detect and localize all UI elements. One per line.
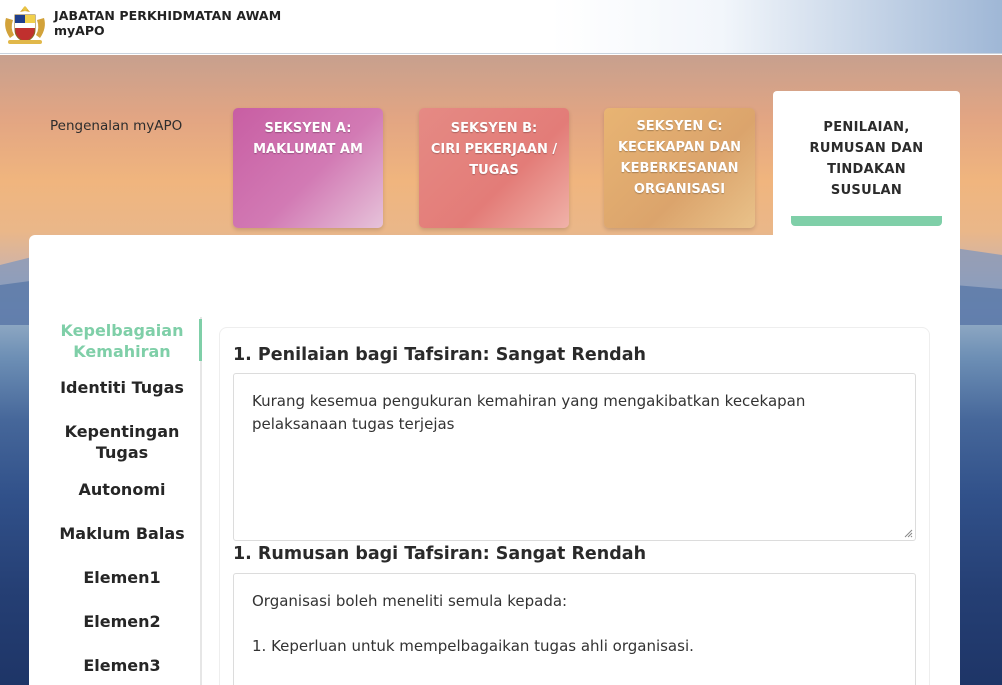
- tab-seksyen-a[interactable]: SEKSYEN A: MAKLUMAT AM: [233, 108, 383, 228]
- tab-label-line: SUSULAN: [830, 183, 903, 198]
- sidebar-item-kepelbagaian-kemahiran[interactable]: Kepelbagaian Kemahiran: [40, 320, 204, 362]
- top-header: JABATAN PERKHIDMATAN AWAM myAPO: [0, 0, 1002, 54]
- sidebar-item-label: Elemen3: [83, 656, 161, 675]
- sidebar-item-label: Autonomi: [78, 480, 166, 499]
- sidebar-item-label: Kepelbagaian: [60, 321, 184, 340]
- penilaian-textarea[interactable]: Kurang kesemua pengukuran kemahiran yang…: [233, 373, 916, 541]
- sidebar-item-label: Maklum Balas: [59, 524, 185, 543]
- penilaian-text: Kurang kesemua pengukuran kemahiran yang…: [252, 392, 806, 433]
- tab-label-line: RUMUSAN DAN: [809, 141, 924, 156]
- tab-label-line: SEKSYEN A:: [264, 121, 352, 136]
- tab-seksyen-c[interactable]: SEKSYEN C: KECEKAPAN DAN KEBERKESANAN OR…: [604, 108, 755, 228]
- sidebar-item-label: Elemen1: [83, 568, 161, 587]
- malaysia-coat-of-arms-icon: [5, 6, 45, 44]
- sidebar-item-elemen2[interactable]: Elemen2: [40, 611, 204, 632]
- tab-penilaian-rumusan[interactable]: PENILAIAN, RUMUSAN DAN TINDAKAN SUSULAN: [773, 91, 960, 236]
- sidebar-item-label: Kemahiran: [73, 342, 171, 361]
- tab-label-line: KECEKAPAN DAN: [617, 140, 742, 155]
- tab-label-line: MAKLUMAT AM: [253, 142, 363, 157]
- penilaian-section-title: 1. Penilaian bagi Tafsiran: Sangat Renda…: [233, 345, 646, 365]
- tab-label-line: TUGAS: [469, 163, 519, 178]
- tab-label-line: CIRI PEKERJAAN /: [430, 142, 558, 157]
- rumusan-text-line: Organisasi boleh meneliti semula kepada:: [252, 592, 568, 610]
- sidebar-item-autonomi[interactable]: Autonomi: [40, 479, 204, 500]
- sidebar-item-maklum-balas[interactable]: Maklum Balas: [40, 523, 204, 544]
- tab-label-line: PENILAIAN,: [823, 120, 910, 135]
- sidebar-item-label: Identiti Tugas: [60, 378, 184, 397]
- tab-seksyen-b[interactable]: SEKSYEN B: CIRI PEKERJAAN / TUGAS: [419, 108, 569, 228]
- sidebar-item-elemen3[interactable]: Elemen3: [40, 655, 204, 676]
- sidebar-item-elemen1[interactable]: Elemen1: [40, 567, 204, 588]
- organization-name: JABATAN PERKHIDMATAN AWAM: [54, 8, 282, 23]
- tab-label-line: SEKSYEN B:: [450, 121, 538, 136]
- app-name: myAPO: [54, 23, 105, 38]
- rumusan-textarea[interactable]: Organisasi boleh meneliti semula kepada:…: [233, 573, 916, 685]
- sidebar-item-label: Elemen2: [83, 612, 161, 631]
- tab-label-line: SEKSYEN C:: [636, 119, 723, 134]
- rumusan-section-title: 1. Rumusan bagi Tafsiran: Sangat Rendah: [233, 544, 647, 564]
- rumusan-text-line: 1. Keperluan untuk mempelbagaikan tugas …: [252, 637, 694, 655]
- tab-label-line: TINDAKAN: [827, 162, 906, 177]
- resize-grip-icon[interactable]: [904, 529, 913, 538]
- sidebar-item-kepentingan-tugas[interactable]: Kepentingan Tugas: [40, 421, 204, 463]
- sidebar-item-label: Tugas: [95, 443, 149, 462]
- active-tab-indicator: [791, 216, 942, 226]
- sidebar-item-label: Kepentingan: [64, 422, 180, 441]
- sidebar-item-identiti-tugas[interactable]: Identiti Tugas: [40, 377, 204, 398]
- tab-pengenalan[interactable]: Pengenalan myAPO: [50, 118, 182, 134]
- tab-label-line: KEBERKESANAN: [620, 161, 739, 176]
- tab-label-line: ORGANISASI: [633, 182, 726, 197]
